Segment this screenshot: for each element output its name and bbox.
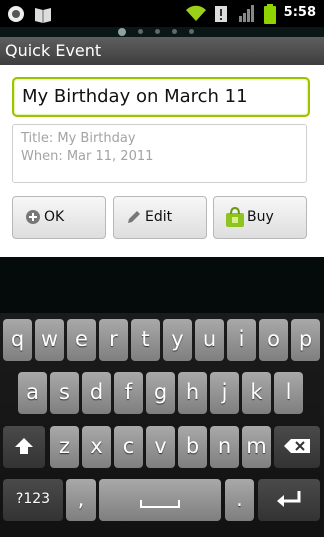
preview-title: Title: My Birthday	[21, 131, 136, 146]
page-dot	[172, 29, 177, 34]
key-f[interactable]: f	[114, 372, 143, 414]
key-b[interactable]: b	[178, 426, 207, 468]
page-dot	[155, 29, 160, 34]
ok-button-label: OK	[44, 209, 65, 225]
key-i[interactable]: i	[227, 319, 256, 361]
comma-key[interactable]: ,	[66, 479, 96, 521]
enter-arrow-icon	[277, 491, 301, 507]
ok-button[interactable]: OK	[12, 196, 106, 239]
wifi-icon	[185, 4, 207, 26]
key-l[interactable]: l	[274, 372, 303, 414]
key-t[interactable]: t	[131, 319, 160, 361]
key-v[interactable]: v	[146, 426, 175, 468]
key-j[interactable]: j	[210, 372, 239, 414]
key-q[interactable]: q	[3, 319, 32, 361]
event-text-value: My Birthday on March 11	[22, 86, 248, 107]
key-y[interactable]: y	[163, 319, 192, 361]
key-e[interactable]: e	[67, 319, 96, 361]
key-z[interactable]: z	[50, 426, 79, 468]
home-page-indicator	[118, 28, 194, 36]
key-n[interactable]: n	[210, 426, 239, 468]
battery-icon	[264, 4, 276, 28]
book-icon	[33, 4, 53, 28]
signal-icon	[238, 4, 256, 26]
event-preview: Title: My Birthday When: Mar 11, 2011	[12, 124, 307, 183]
page-dot	[138, 29, 143, 34]
edit-button[interactable]: Edit	[113, 196, 207, 239]
key-a[interactable]: a	[18, 372, 47, 414]
key-u[interactable]: u	[195, 319, 224, 361]
add-circle-icon	[25, 209, 41, 229]
key-r[interactable]: r	[99, 319, 128, 361]
key-c[interactable]: c	[114, 426, 143, 468]
key-w[interactable]: w	[35, 319, 64, 361]
delete-key[interactable]	[274, 426, 320, 468]
backspace-icon	[284, 439, 310, 453]
key-h[interactable]: h	[178, 372, 207, 414]
key-m[interactable]: m	[242, 426, 271, 468]
period-key[interactable]: .	[225, 479, 254, 521]
market-bag-icon	[224, 206, 246, 232]
buy-button-label: Buy	[247, 209, 274, 225]
background-strip	[0, 257, 324, 313]
dialog-title-bar: Quick Event	[0, 37, 324, 65]
key-p[interactable]: p	[291, 319, 320, 361]
soft-keyboard: q w e r t y u i o p a s d f g h j k l z …	[0, 313, 324, 537]
page-dot	[189, 29, 194, 34]
edit-button-label: Edit	[145, 209, 173, 225]
alert-icon	[214, 4, 228, 28]
quick-event-dialog: Quick Event My Birthday on March 11 Titl…	[0, 37, 324, 257]
key-x[interactable]: x	[82, 426, 111, 468]
pencil-icon	[126, 209, 142, 229]
key-g[interactable]: g	[146, 372, 175, 414]
event-text-input[interactable]: My Birthday on March 11	[12, 77, 310, 117]
android-debug-icon	[6, 4, 26, 28]
status-time: 5:58	[283, 5, 316, 20]
key-k[interactable]: k	[242, 372, 271, 414]
dialog-title: Quick Event	[5, 41, 102, 60]
status-bar: 5:58	[0, 0, 324, 27]
shift-key[interactable]	[3, 426, 45, 468]
buy-button[interactable]: Buy	[213, 196, 307, 239]
space-key[interactable]	[99, 479, 221, 521]
key-s[interactable]: s	[50, 372, 79, 414]
preview-when: When: Mar 11, 2011	[21, 149, 154, 164]
shift-arrow-icon	[15, 438, 33, 454]
space-bar-icon	[140, 500, 180, 508]
key-o[interactable]: o	[259, 319, 288, 361]
symbols-key[interactable]: ?123	[3, 479, 63, 521]
key-d[interactable]: d	[82, 372, 111, 414]
enter-key[interactable]	[258, 479, 320, 521]
page-dot	[118, 28, 126, 36]
